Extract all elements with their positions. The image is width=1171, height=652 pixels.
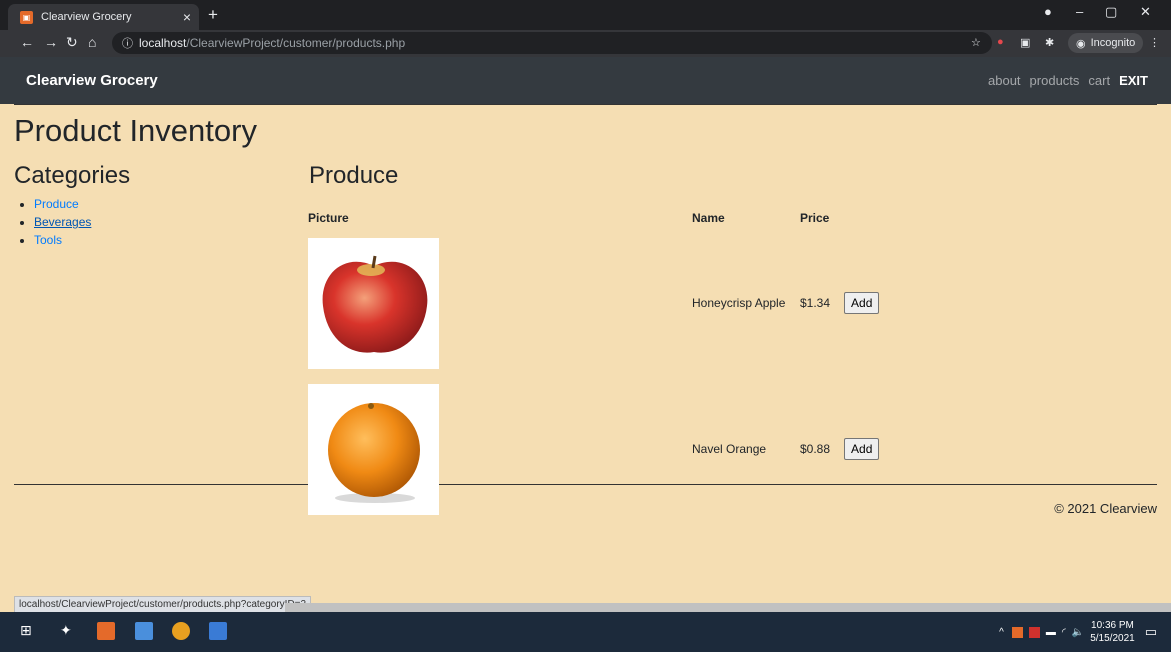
taskbar: ⊞ ✦ ^ ▬ ◜ 🔈 10:36 PM 5/15/2021 ▭ [0, 612, 1171, 652]
product-image-apple [308, 237, 439, 369]
tray-network-icon[interactable]: ▬ [1046, 627, 1056, 638]
category-item: Produce [34, 195, 130, 213]
horizontal-scrollbar[interactable] [285, 603, 1171, 612]
notifications-icon[interactable]: ▭ [1145, 624, 1157, 640]
tray-b-icon[interactable] [1028, 626, 1040, 638]
url-path: /ClearviewProject/customer/products.php [186, 36, 406, 50]
table-header-row: Picture Name Price [301, 206, 886, 230]
chrome-icon[interactable] [172, 622, 190, 640]
window-close-icon[interactable]: ✕ [1140, 4, 1151, 20]
add-to-cart-button[interactable]: Add [844, 292, 880, 314]
tab-title: Clearview Grocery [41, 11, 132, 23]
header-divider [14, 104, 1157, 105]
url-host: localhost [139, 36, 187, 50]
volume-icon[interactable]: 🔈 [1072, 627, 1084, 638]
profile-icon[interactable]: ● [1044, 4, 1052, 19]
nav-links: about products cart EXIT [988, 73, 1148, 88]
browser-tab[interactable]: ▣ Clearview Grocery × [8, 4, 199, 30]
category-item: Tools [34, 231, 130, 249]
home-icon[interactable]: ⌂ [88, 34, 96, 50]
browser-toolbar: ← → ↻ ⌂ ⓘ localhost /ClearviewProject/cu… [0, 30, 1171, 57]
product-picture-cell [301, 230, 685, 376]
windows-start-icon[interactable]: ⊞ [20, 622, 38, 640]
app-orange-icon[interactable] [97, 622, 115, 640]
table-row: Navel Orange $0.88 Add [301, 376, 886, 522]
info-icon[interactable]: ⓘ [122, 35, 133, 51]
clock-date: 5/15/2021 [1090, 633, 1135, 644]
nav-link-products[interactable]: products [1030, 73, 1080, 88]
column-header-price: Price [800, 211, 830, 225]
nav-link-cart[interactable]: cart [1088, 73, 1110, 88]
site-navbar: Clearview Grocery about products cart EX… [0, 57, 1171, 104]
new-tab-button[interactable]: + [208, 5, 218, 25]
column-header-action [837, 206, 886, 230]
tab-close-icon[interactable]: × [183, 9, 191, 25]
browser-tab-strip: ▣ Clearview Grocery × + ● – ▢ ✕ [0, 0, 1171, 30]
app-fox-icon[interactable]: ✦ [60, 622, 78, 640]
category-link-beverages[interactable]: Beverages [34, 215, 91, 229]
product-action-cell: Add [837, 376, 886, 522]
category-item: Beverages [34, 213, 130, 231]
incognito-icon: ◉ [1076, 37, 1086, 50]
site-favicon-icon: ▣ [20, 10, 33, 24]
extensions-puzzle-icon[interactable]: ✱ [1045, 36, 1054, 49]
tray-chevron-icon[interactable]: ^ [999, 627, 1004, 638]
apple-icon [322, 255, 427, 353]
main-content: Product Inventory Categories Produce Bev… [0, 111, 1171, 515]
wifi-icon[interactable]: ◜ [1062, 627, 1066, 638]
maximize-icon[interactable]: ▢ [1105, 4, 1117, 20]
tray-app-icon[interactable] [1011, 626, 1023, 638]
column-header-picture: Picture [308, 211, 349, 225]
app-notepad-icon[interactable] [135, 622, 153, 640]
section-heading-wrap: Produce [309, 162, 398, 190]
ublock-extension-icon[interactable]: ● [997, 36, 1004, 48]
back-icon[interactable]: ← [20, 34, 34, 50]
table-row: Honeycrisp Apple $1.34 Add [301, 230, 886, 376]
incognito-badge[interactable]: ◉ Incognito [1068, 33, 1144, 53]
column-header-name: Name [692, 211, 725, 225]
system-tray: ^ ▬ ◜ 🔈 10:36 PM 5/15/2021 ▭ [999, 612, 1171, 652]
category-link-tools[interactable]: Tools [34, 233, 62, 247]
categories-list: Produce Beverages Tools [14, 195, 130, 249]
categories-panel: Categories Produce Beverages Tools [14, 162, 130, 249]
menu-kebab-icon[interactable]: ⋮ [1149, 36, 1160, 49]
page-title: Product Inventory [14, 113, 257, 148]
product-action-cell: Add [837, 230, 886, 376]
address-bar[interactable]: ⓘ localhost /ClearviewProject/customer/p… [112, 32, 992, 54]
nav-link-exit[interactable]: EXIT [1119, 73, 1148, 88]
add-to-cart-button[interactable]: Add [844, 438, 880, 460]
product-picture-cell [301, 376, 685, 522]
product-price: $0.88 [800, 442, 831, 456]
reload-icon[interactable]: ↻ [66, 34, 78, 51]
status-bar-url: localhost/ClearviewProject/customer/prod… [14, 596, 312, 612]
incognito-label: Incognito [1090, 37, 1136, 49]
product-image-orange [308, 383, 439, 515]
app-editor-icon[interactable] [209, 622, 227, 640]
web-page: Clearview Grocery about products cart EX… [0, 57, 1171, 612]
forward-icon[interactable]: → [44, 34, 58, 50]
clock-time: 10:36 PM [1091, 620, 1134, 631]
products-table: Picture Name Price Honeycrisp Apple $1.3… [301, 206, 886, 522]
nav-link-about[interactable]: about [988, 73, 1021, 88]
bookmark-star-icon[interactable]: ☆ [971, 36, 981, 49]
clock[interactable]: 10:36 PM 5/15/2021 [1090, 619, 1135, 645]
section-heading: Produce [309, 162, 399, 189]
product-price: $1.34 [800, 296, 831, 310]
extension-icon[interactable]: ▣ [1020, 36, 1030, 49]
product-name: Honeycrisp Apple [692, 296, 786, 310]
site-brand[interactable]: Clearview Grocery [26, 72, 158, 89]
category-link-produce[interactable]: Produce [34, 197, 79, 211]
product-name: Navel Orange [692, 442, 767, 456]
orange-icon [327, 403, 420, 503]
minimize-icon[interactable]: – [1076, 4, 1083, 19]
categories-heading: Categories [14, 162, 131, 189]
